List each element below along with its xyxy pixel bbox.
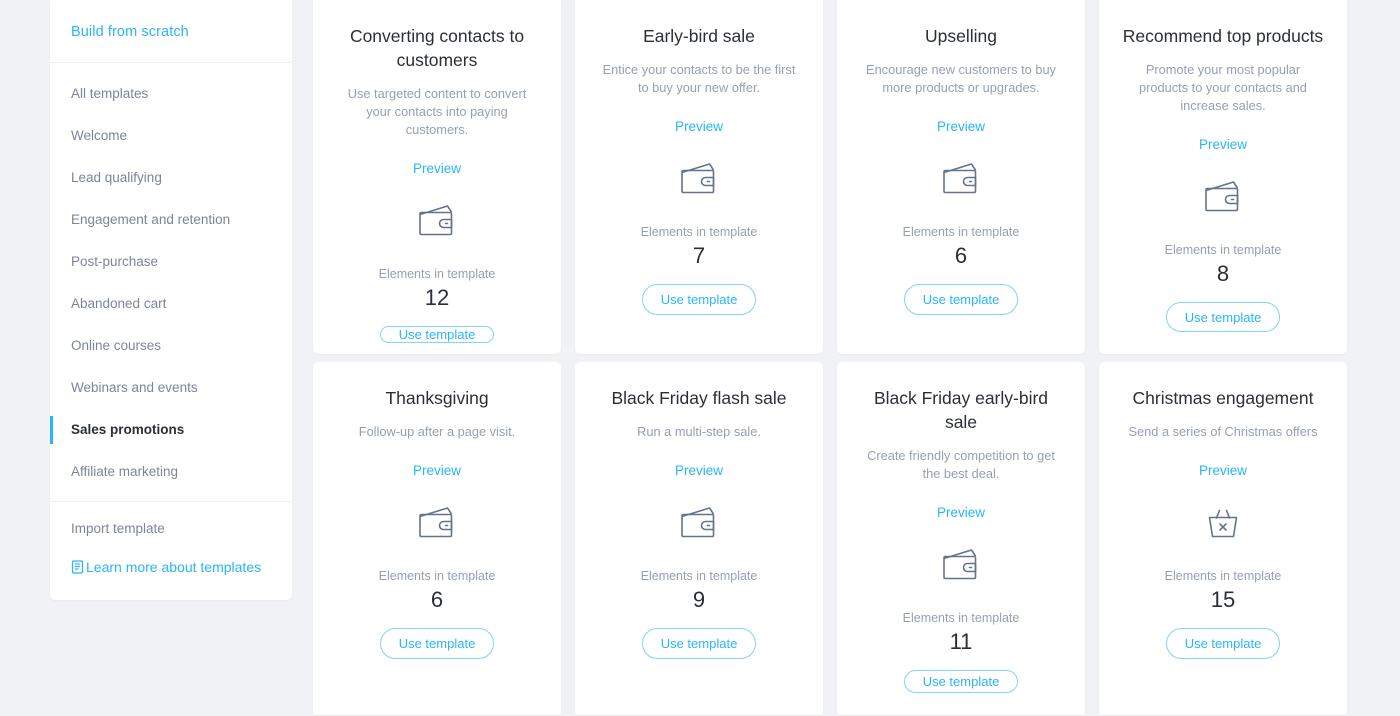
elements-count: 7	[692, 243, 706, 268]
template-card[interactable]: Black Friday early-bird sale Create frie…	[837, 362, 1085, 715]
elements-count: 11	[949, 629, 973, 654]
wallet-icon	[676, 158, 722, 204]
use-template-button[interactable]: Use template	[903, 284, 1019, 315]
sidebar-item-online-courses[interactable]: Online courses	[50, 331, 292, 361]
sidebar-item-label: Welcome	[71, 128, 128, 143]
build-from-scratch-link[interactable]: Build from scratch	[50, 22, 292, 42]
sidebar-item-label: Webinars and events	[71, 380, 198, 395]
template-card[interactable]: Thanksgiving Follow-up after a page visi…	[313, 362, 561, 715]
sidebar-item-sales-promotions[interactable]: Sales promotions	[50, 415, 292, 445]
card-description: Follow-up after a page visit.	[358, 424, 516, 439]
templates-page: Build from scratch All templates Welcome…	[0, 0, 1400, 716]
use-template-button[interactable]: Use template	[641, 284, 757, 315]
card-description: Encourage new customers to buy more prod…	[866, 62, 1056, 95]
card-description: Entice your contacts to be the first to …	[602, 62, 796, 95]
sidebar-item-engagement-and-retention[interactable]: Engagement and retention	[50, 205, 292, 235]
sidebar-item-welcome[interactable]: Welcome	[50, 121, 292, 151]
template-card[interactable]: Black Friday flash sale Run a multi-step…	[575, 362, 823, 715]
elements-count: 12	[424, 285, 450, 310]
sidebar-item-label: Affiliate marketing	[71, 464, 179, 479]
template-card[interactable]: Upselling Encourage new customers to buy…	[837, 0, 1085, 354]
sidebar-item-post-purchase[interactable]: Post-purchase	[50, 247, 292, 277]
card-title: Thanksgiving	[385, 388, 489, 408]
preview-link[interactable]: Preview	[1199, 462, 1247, 480]
sidebar-category-list: All templates Welcome Lead qualifying En…	[50, 63, 292, 502]
preview-link[interactable]: Preview	[675, 462, 723, 480]
elements-in-template-label: Elements in template	[640, 225, 758, 239]
elements-in-template-label: Elements in template	[378, 569, 496, 583]
sidebar-item-label: Abandoned cart	[71, 296, 167, 311]
import-template-link[interactable]: Import template	[50, 520, 292, 538]
card-description: Send a series of Christmas offers	[1128, 424, 1318, 439]
learn-more-about-templates-link[interactable]: Learn more about templates	[50, 558, 292, 576]
sidebar-item-affiliate-marketing[interactable]: Affiliate marketing	[50, 457, 292, 487]
card-title: Converting contacts to customers	[349, 26, 525, 70]
wallet-icon	[1200, 176, 1246, 222]
elements-in-template-label: Elements in template	[378, 267, 496, 281]
use-template-button[interactable]: Use template	[1165, 628, 1281, 659]
preview-link[interactable]: Preview	[413, 462, 461, 480]
wallet-icon	[938, 158, 984, 204]
wallet-icon	[938, 544, 984, 590]
sidebar-item-lead-qualifying[interactable]: Lead qualifying	[50, 163, 292, 193]
elements-count: 8	[1216, 261, 1230, 286]
template-card[interactable]: Converting contacts to customers Use tar…	[313, 0, 561, 354]
elements-in-template-label: Elements in template	[902, 225, 1020, 239]
card-title: Recommend top products	[1122, 26, 1324, 46]
preview-link[interactable]: Preview	[1199, 136, 1247, 154]
preview-link[interactable]: Preview	[675, 118, 723, 136]
template-card[interactable]: Recommend top products Promote your most…	[1099, 0, 1347, 354]
sidebar: Build from scratch All templates Welcome…	[50, 0, 292, 600]
learn-more-label: Learn more about templates	[86, 559, 262, 575]
preview-link[interactable]: Preview	[937, 504, 985, 522]
elements-in-template-label: Elements in template	[1164, 569, 1282, 583]
card-title: Black Friday flash sale	[611, 388, 787, 408]
use-template-button[interactable]: Use template	[1165, 302, 1281, 332]
basket-x-icon	[1200, 502, 1246, 548]
elements-count: 15	[1210, 587, 1236, 612]
card-title: Black Friday early-bird sale	[873, 388, 1049, 432]
card-description: Run a multi-step sale.	[637, 424, 761, 439]
card-title: Upselling	[925, 26, 997, 46]
sidebar-item-label: Sales promotions	[71, 422, 185, 437]
sidebar-item-label: Engagement and retention	[71, 212, 231, 227]
preview-link[interactable]: Preview	[937, 118, 985, 136]
elements-count: 6	[954, 243, 968, 268]
elements-in-template-label: Elements in template	[1164, 243, 1282, 257]
template-card[interactable]: Early-bird sale Entice your contacts to …	[575, 0, 823, 354]
sidebar-item-label: Post-purchase	[71, 254, 159, 269]
sidebar-item-label: All templates	[71, 86, 149, 101]
template-card-grid: Converting contacts to customers Use tar…	[313, 0, 1348, 715]
book-icon	[71, 560, 84, 574]
sidebar-item-label: Lead qualifying	[71, 170, 162, 185]
card-description: Create friendly competition to get the b…	[867, 448, 1055, 481]
elements-in-template-label: Elements in template	[640, 569, 758, 583]
elements-count: 9	[692, 587, 706, 612]
sidebar-item-abandoned-cart[interactable]: Abandoned cart	[50, 289, 292, 319]
sidebar-item-all-templates[interactable]: All templates	[50, 79, 292, 109]
use-template-button[interactable]: Use template	[641, 628, 757, 659]
use-template-button[interactable]: Use template	[903, 670, 1019, 693]
sidebar-footer: Import template Learn more about templat…	[50, 502, 292, 600]
use-template-button[interactable]: Use template	[379, 326, 495, 343]
sidebar-item-webinars-and-events[interactable]: Webinars and events	[50, 373, 292, 403]
sidebar-header: Build from scratch	[50, 0, 292, 63]
wallet-icon	[414, 200, 460, 246]
wallet-icon	[676, 502, 722, 548]
card-title: Early-bird sale	[643, 26, 755, 46]
sidebar-item-label: Online courses	[71, 338, 162, 353]
use-template-button[interactable]: Use template	[379, 628, 495, 659]
elements-in-template-label: Elements in template	[902, 611, 1020, 625]
card-description: Promote your most popular products to yo…	[1139, 62, 1307, 113]
elements-count: 6	[430, 587, 444, 612]
card-description: Use targeted content to convert your con…	[347, 86, 527, 137]
card-title: Christmas engagement	[1132, 388, 1314, 408]
wallet-icon	[414, 502, 460, 548]
template-card[interactable]: Christmas engagement Send a series of Ch…	[1099, 362, 1347, 715]
preview-link[interactable]: Preview	[413, 160, 461, 178]
